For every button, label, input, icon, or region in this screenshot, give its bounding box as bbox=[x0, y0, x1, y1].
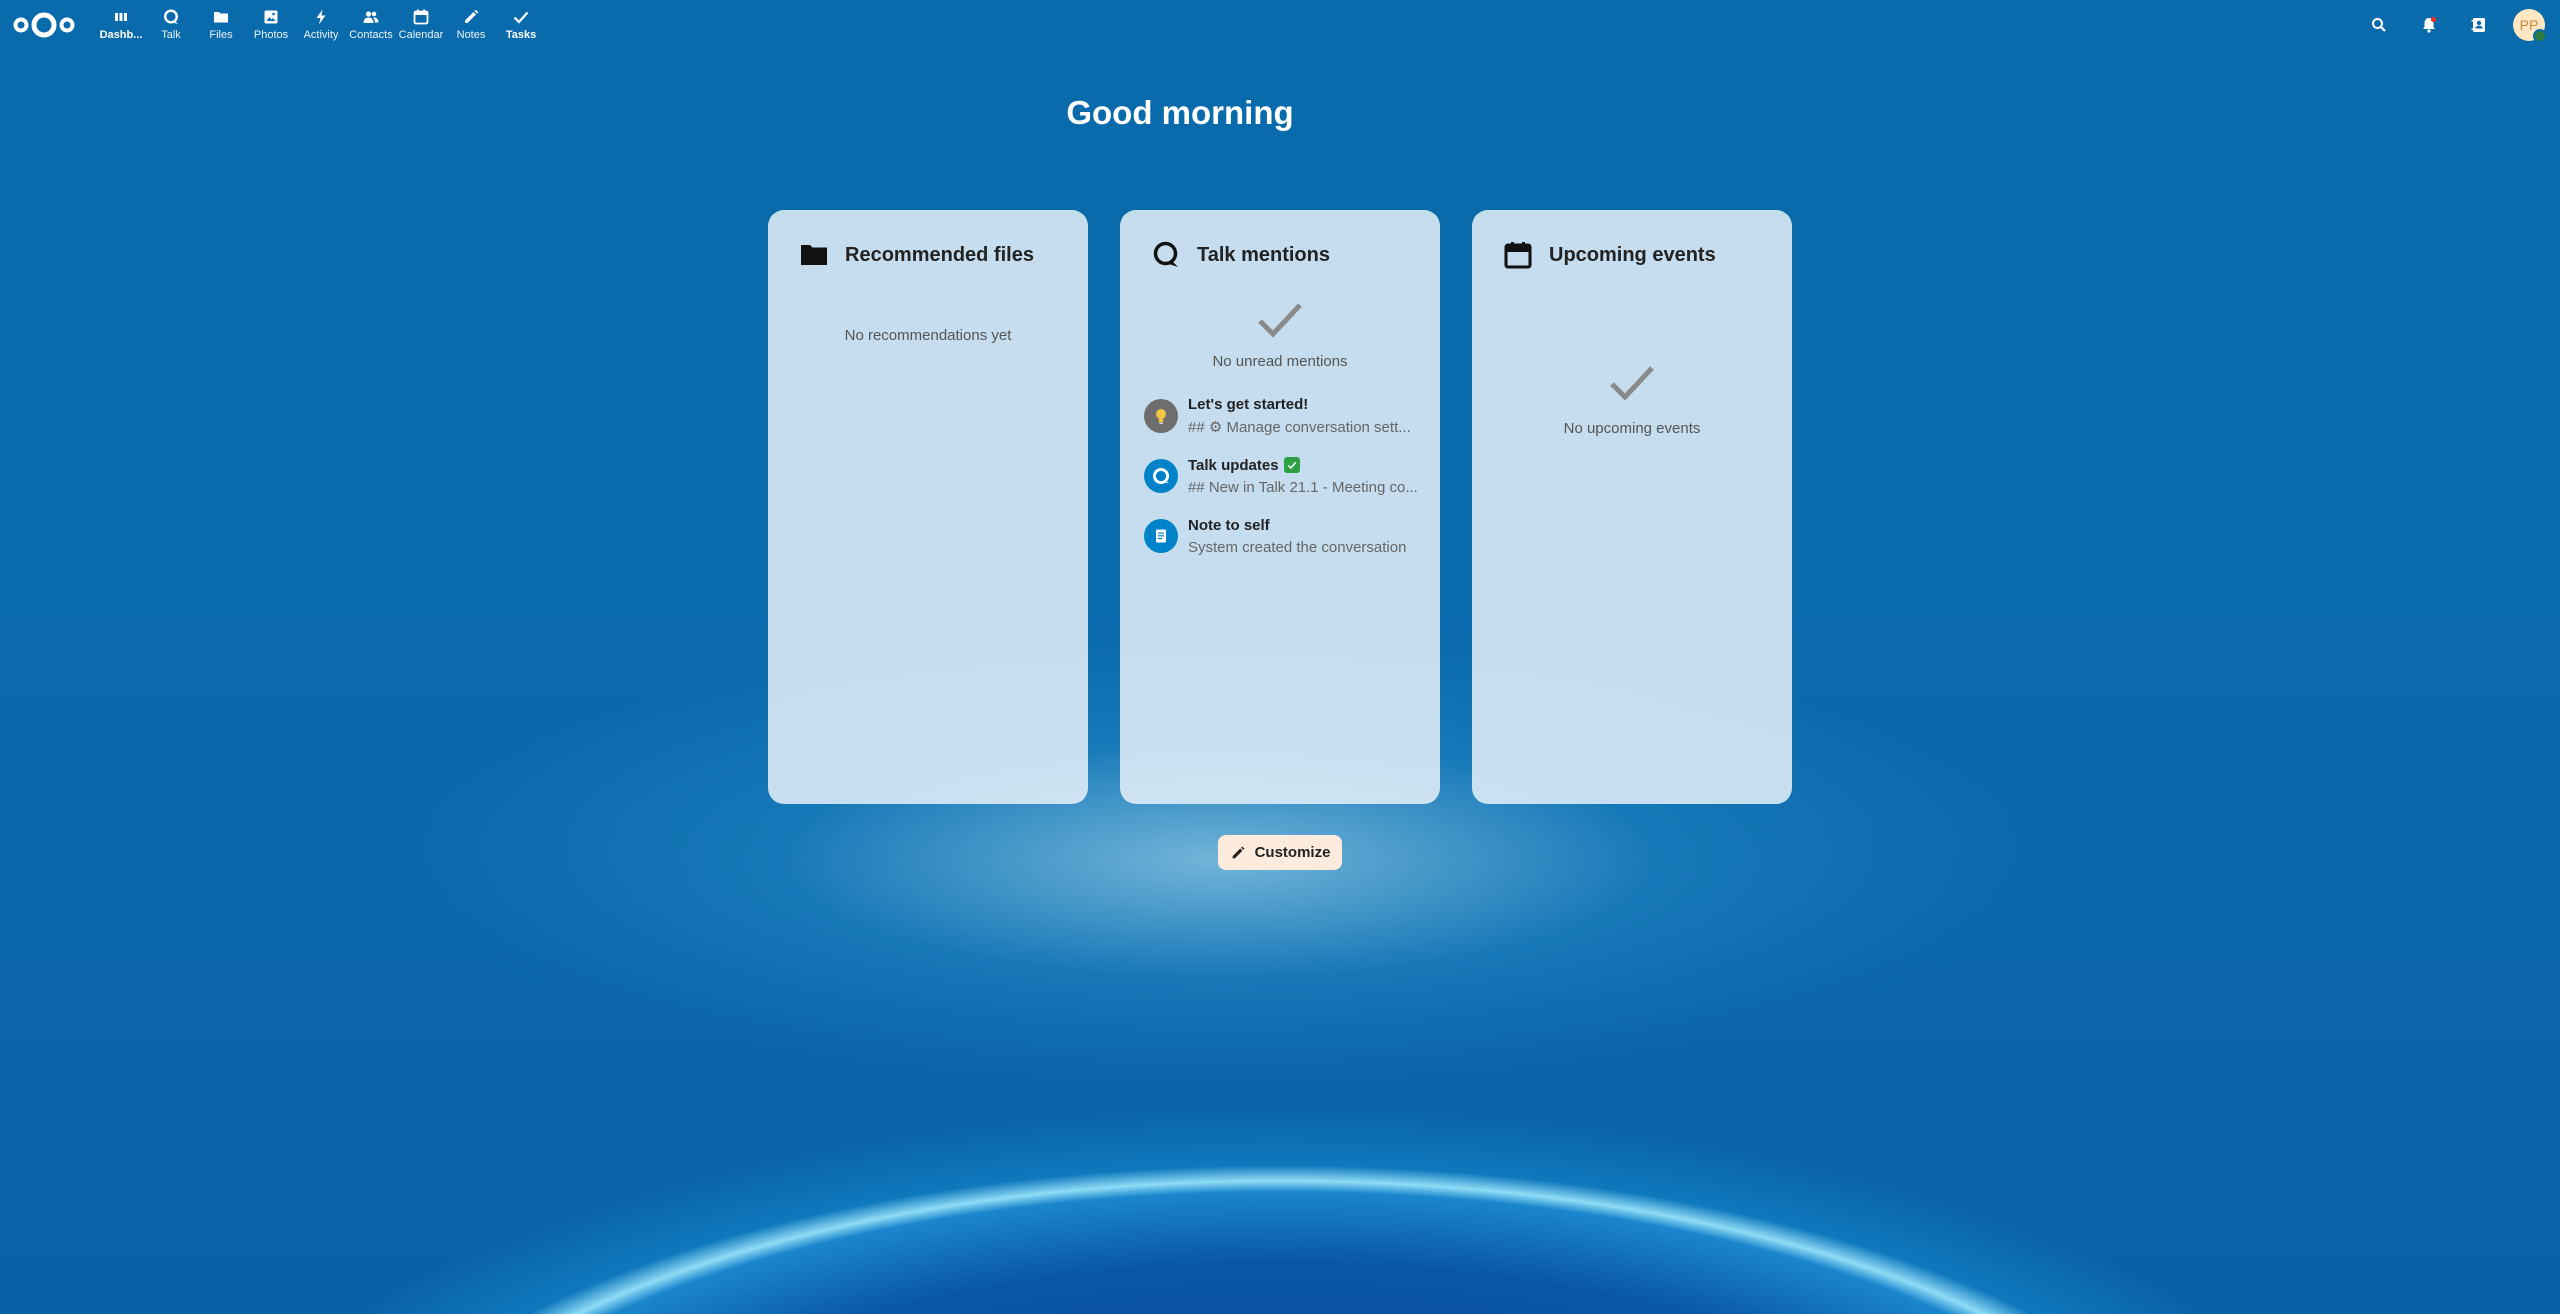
app-tasks[interactable]: Tasks bbox=[496, 0, 546, 50]
contacts-icon bbox=[363, 10, 379, 23]
pencil-icon bbox=[465, 9, 479, 23]
calendar-icon bbox=[413, 9, 429, 24]
talk-icon bbox=[1153, 241, 1178, 267]
conversation-subline: ## New in Talk 21.1 - Meeting co... bbox=[1188, 478, 1418, 496]
panel-empty-text: No upcoming events bbox=[1563, 420, 1701, 437]
app-label: Activity bbox=[303, 28, 339, 41]
notepad-icon bbox=[1156, 529, 1166, 543]
contacts-menu-icon bbox=[2471, 18, 2485, 32]
panel-title: Talk mentions bbox=[1197, 243, 1330, 266]
app-label: Talk bbox=[161, 28, 181, 41]
app-notes[interactable]: Notes bbox=[446, 0, 496, 50]
panel-upcoming-events: Upcoming events No upcoming events bbox=[1472, 210, 1792, 804]
dashboard-panels: Recommended files No recommendations yet… bbox=[768, 210, 1792, 804]
app-label: Tasks bbox=[505, 28, 537, 41]
customize-button[interactable]: Customize bbox=[1218, 835, 1342, 870]
app-label: Contacts bbox=[349, 28, 393, 41]
panel-title: Upcoming events bbox=[1549, 243, 1716, 266]
conversation-item[interactable]: Let's get started! ## ⚙ Manage conversat… bbox=[1142, 386, 1418, 446]
top-bar: Dashb... Talk Files Photos Activity Cont… bbox=[0, 0, 2560, 50]
search-button[interactable] bbox=[2354, 0, 2404, 50]
notifications-button[interactable] bbox=[2404, 0, 2454, 50]
header-right: PP bbox=[2354, 0, 2550, 50]
app-label: Files bbox=[209, 28, 233, 41]
conversation-item[interactable]: Talk updates ## New in Talk 21.1 - Meeti… bbox=[1142, 446, 1418, 506]
talk-icon bbox=[163, 8, 179, 24]
app-label: Photos bbox=[253, 28, 289, 41]
conversation-avatar bbox=[1144, 459, 1178, 493]
conversation-name: Talk updates bbox=[1188, 457, 1418, 474]
app-photos[interactable]: Photos bbox=[246, 0, 296, 50]
folder-icon bbox=[801, 245, 827, 265]
checkmark-icon bbox=[1258, 303, 1302, 338]
conversation-avatar bbox=[1144, 399, 1178, 433]
app-label: Notes bbox=[456, 28, 486, 41]
calendar-icon bbox=[1504, 242, 1532, 269]
app-talk[interactable]: Talk bbox=[146, 0, 196, 50]
panel-recommended-files: Recommended files No recommendations yet bbox=[768, 210, 1088, 804]
nextcloud-logo[interactable] bbox=[12, 10, 76, 40]
panel-title: Recommended files bbox=[845, 243, 1034, 266]
app-dashboard[interactable]: Dashb... bbox=[96, 0, 146, 50]
app-label: Calendar bbox=[398, 28, 444, 41]
panel-header: Recommended files bbox=[790, 235, 1066, 275]
app-activity[interactable]: Activity bbox=[296, 0, 346, 50]
contacts-menu-button[interactable] bbox=[2454, 0, 2504, 50]
bell-icon bbox=[2423, 16, 2437, 33]
panel-empty-text: No recommendations yet bbox=[844, 327, 1012, 344]
panel-header: Talk mentions bbox=[1142, 235, 1418, 275]
page-greeting: Good morning bbox=[1066, 94, 1294, 131]
panel-talk-mentions: Talk mentions No unread mentions Let's g… bbox=[1120, 210, 1440, 804]
conversation-list: Let's get started! ## ⚙ Manage conversat… bbox=[1142, 386, 1418, 566]
folder-icon bbox=[214, 11, 228, 22]
app-label: Dashb... bbox=[99, 28, 143, 41]
status-online-indicator bbox=[2533, 29, 2547, 43]
conversation-name: Note to self bbox=[1188, 516, 1270, 534]
checkmark-icon bbox=[513, 11, 529, 24]
conversation-avatar bbox=[1144, 519, 1178, 553]
dashboard-icon bbox=[115, 12, 127, 21]
talk-icon bbox=[1152, 467, 1170, 485]
customize-label: Customize bbox=[1254, 844, 1331, 861]
conversation-subline: ## ⚙ Manage conversation sett... bbox=[1188, 419, 1411, 436]
conversation-subline: System created the conversation bbox=[1188, 538, 1407, 556]
pencil-icon bbox=[1232, 846, 1245, 858]
app-files[interactable]: Files bbox=[196, 0, 246, 50]
conversation-name: Let's get started! bbox=[1188, 396, 1309, 413]
app-menu: Dashb... Talk Files Photos Activity Cont… bbox=[96, 0, 546, 50]
panel-empty-text: No unread mentions bbox=[1212, 353, 1348, 370]
checkmark-icon bbox=[1610, 366, 1654, 401]
app-contacts[interactable]: Contacts bbox=[346, 0, 396, 50]
search-icon bbox=[2372, 18, 2386, 32]
lightbulb-icon bbox=[1156, 409, 1166, 424]
lightning-icon bbox=[316, 9, 326, 24]
conversation-item[interactable]: Note to self System created the conversa… bbox=[1142, 506, 1418, 566]
green-check-icon bbox=[1283, 457, 1300, 473]
image-icon bbox=[264, 10, 278, 23]
app-calendar[interactable]: Calendar bbox=[396, 0, 446, 50]
user-avatar[interactable]: PP bbox=[2513, 9, 2547, 43]
panel-header: Upcoming events bbox=[1494, 235, 1770, 275]
